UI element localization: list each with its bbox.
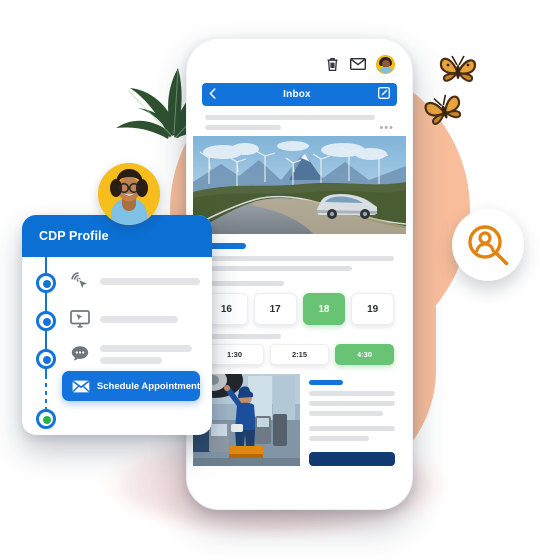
timeline-row	[69, 308, 178, 330]
back-chevron-icon[interactable]	[209, 86, 216, 104]
trash-icon[interactable]	[326, 57, 339, 72]
time-option[interactable]: 2:15	[270, 344, 329, 365]
chat-bubble-icon	[71, 346, 89, 361]
more-options-icon[interactable]: •••	[379, 123, 394, 134]
user-avatar-icon[interactable]	[377, 55, 394, 73]
person-search-icon	[468, 225, 509, 266]
placeholder-line	[309, 436, 370, 441]
time-option[interactable]: 1:30	[205, 344, 264, 365]
placeholder-line	[309, 401, 395, 406]
mail-preview-row[interactable]: •••	[193, 106, 406, 136]
service-cta-button[interactable]	[309, 452, 395, 466]
date-option-selected[interactable]: 18	[302, 293, 346, 325]
service-text	[300, 374, 406, 466]
butterfly-icon	[424, 94, 462, 125]
woman-avatar	[98, 163, 160, 225]
inbox-header: Inbox	[202, 83, 397, 106]
message-body	[193, 234, 406, 286]
date-option[interactable]: 19	[351, 293, 394, 325]
placeholder-line	[205, 115, 376, 120]
placeholder-line	[205, 125, 281, 130]
person-search-badge	[452, 209, 524, 281]
phone-mockup: Inbox ••• 16 17 18 19 1:30 2:15 4:30	[186, 38, 413, 510]
phone-top-bar	[193, 45, 406, 83]
cdp-timeline: Schedule Appointment	[22, 257, 212, 435]
cdp-profile-card: CDP Profile Schedule Appointment	[22, 215, 212, 435]
service-section	[193, 374, 406, 466]
compose-icon[interactable]	[378, 86, 390, 104]
placeholder-line	[309, 426, 395, 431]
envelope-icon[interactable]	[350, 58, 366, 70]
illustration-canvas: Inbox ••• 16 17 18 19 1:30 2:15 4:30 CDP…	[0, 0, 540, 560]
placeholder-line	[309, 411, 383, 416]
placeholder-line	[100, 315, 178, 323]
placeholder-line	[205, 266, 353, 271]
hero-image	[193, 136, 406, 234]
inbox-title: Inbox	[283, 89, 311, 100]
date-option[interactable]: 17	[253, 293, 297, 325]
timeline-row	[69, 343, 192, 365]
time-picker[interactable]: 1:30 2:15 4:30	[193, 339, 406, 365]
butterfly-icon	[439, 55, 477, 82]
timeline-row	[69, 270, 200, 292]
schedule-appointment-label: Schedule Appointment	[96, 380, 200, 392]
placeholder-line	[100, 344, 192, 352]
timeline-dot	[36, 311, 56, 331]
envelope-icon	[72, 380, 90, 392]
time-option-selected[interactable]: 4:30	[335, 344, 394, 365]
placeholder-line	[309, 391, 395, 396]
schedule-appointment-button[interactable]: Schedule Appointment	[62, 371, 200, 401]
timeline-dot-current	[36, 409, 56, 429]
placeholder-line	[100, 277, 200, 285]
placeholder-line	[205, 256, 394, 261]
date-picker[interactable]: 16 17 18 19	[193, 286, 406, 325]
monitor-cursor-icon	[70, 310, 90, 328]
placeholder-line	[100, 356, 162, 364]
timeline-dot	[36, 349, 56, 369]
timeline-dot	[36, 273, 56, 293]
cdp-card-title: CDP Profile	[39, 229, 109, 243]
title-accent-bar	[309, 380, 343, 385]
click-target-icon	[71, 272, 90, 292]
